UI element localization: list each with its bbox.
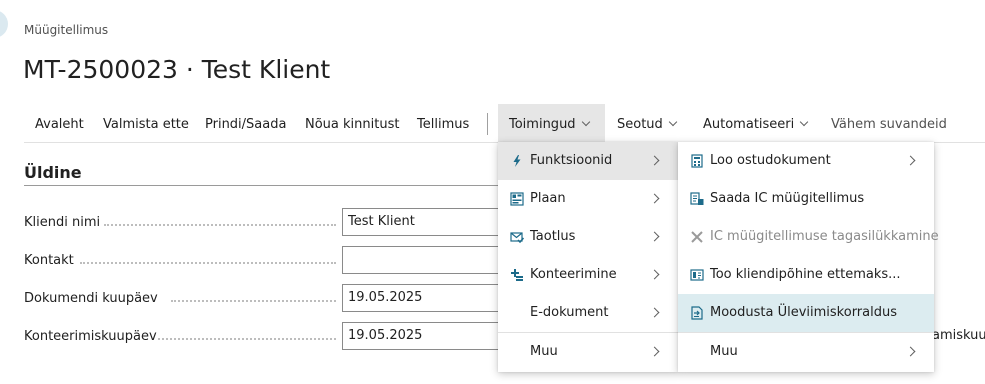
chevron-right-icon [649,346,660,357]
menu-item-label: E-dokument [530,305,609,320]
chevron-down-icon [800,117,809,127]
toimingud-menu: Funktsioonid Plaan Taotlus Konteerimine … [498,142,678,372]
chevron-right-icon [649,307,660,318]
document-date-input[interactable]: 19.05.2025 [342,284,504,312]
posting-date-input[interactable]: 19.05.2025 [342,322,504,350]
menu-item-e-dokument[interactable]: E-dokument [498,294,678,332]
chevron-down-icon [668,117,678,127]
menu-item-plaan[interactable]: Plaan [498,180,678,218]
menu-item-label: Taotlus [530,229,576,244]
posting-icon [511,269,523,281]
chevron-right-icon [649,193,660,204]
menu-item-ic-tagasilukkamine[interactable]: IC müügitellimuse tagasilükkamine [678,218,939,256]
prepayment-icon [690,269,704,281]
menu-item-label: Moodusta Üleviimiskorraldus [710,305,897,320]
action-avaleht[interactable]: Avaleht [24,104,95,142]
menu-item-label: Saada IC müügitellimus [710,191,865,206]
chevron-down-icon [581,117,590,127]
menu-item-label: Muu [710,344,738,359]
plan-grid-icon [510,192,524,206]
automatiseeri-label: Automatiseeri [703,117,795,132]
chevron-right-icon [649,231,660,242]
action-automatiseeri-dropdown[interactable]: Automatiseeri [692,104,818,142]
lightning-icon [513,155,521,167]
menu-item-label: Loo ostudokument [710,153,831,168]
partial-field-label: amiskuu [932,328,985,343]
action-prindi-saada[interactable]: Prindi/Saada [194,104,297,142]
section-title-general[interactable]: Üldine [24,163,82,182]
menu-item-too-kliendipohine-ettemaks[interactable]: Too kliendipõhine ettemaks... [678,256,934,294]
menu-item-moodusta-uleviimiskorraldus[interactable]: Moodusta Üleviimiskorraldus [678,294,934,332]
action-toimingud-dropdown[interactable]: Toimingud [498,104,605,142]
chevron-right-icon [905,155,916,166]
action-bar-separator [487,113,488,135]
menu-item-muu[interactable]: Muu [498,333,678,371]
field-label-document-date: Dokumendi kuupäev [24,291,158,306]
menu-item-funktsioonid[interactable]: Funktsioonid [498,142,678,180]
contact-input[interactable] [342,246,504,274]
document-send-icon [690,192,704,205]
label-dots [104,224,336,226]
transfer-document-icon [691,306,703,320]
menu-item-label: Too kliendipõhine ettemaks... [710,267,901,282]
chevron-right-icon [649,155,660,166]
label-dots [171,300,336,302]
action-tellimus[interactable]: Tellimus [406,104,480,142]
document-calculator-icon [691,154,703,168]
chevron-right-icon [649,269,660,280]
action-bar: Avaleht Valmista ette Prindi/Saada Nõua … [24,104,985,143]
close-icon [691,231,703,243]
label-dots [158,338,336,340]
menu-item-saada-ic-muugitellimus[interactable]: Saada IC müügitellimus [678,180,934,218]
less-options-button[interactable]: Vähem suvandeid [820,104,958,142]
menu-item-label: Muu [530,344,558,359]
menu-item-konteerimine[interactable]: Konteerimine [498,256,678,294]
request-envelope-icon [510,232,524,244]
action-noua-kinnitust[interactable]: Nõua kinnitust [294,104,410,142]
chevron-right-icon [905,346,916,357]
menu-item-muu-sub[interactable]: Muu [678,333,934,371]
seotud-label: Seotud [617,117,663,132]
field-label-customer-name: Kliendi nimi [24,215,101,230]
menu-item-label: Plaan [530,191,566,206]
menu-item-loo-ostudokument[interactable]: Loo ostudokument [678,142,934,180]
menu-item-label: Funktsioonid [530,153,613,168]
app-avatar-circle [0,10,8,38]
menu-item-taotlus[interactable]: Taotlus [498,218,678,256]
customer-name-input[interactable]: Test Klient [342,208,504,236]
menu-item-label: Konteerimine [530,267,617,282]
action-seotud-dropdown[interactable]: Seotud [606,104,687,142]
section-divider [24,185,498,186]
page-title: MT-2500023 · Test Klient [23,55,331,84]
action-valmista-ette[interactable]: Valmista ette [92,104,200,142]
field-label-contact: Kontakt [24,253,74,268]
label-dots [80,262,336,264]
toimingud-label: Toimingud [509,117,576,132]
menu-item-label: IC müügitellimuse tagasilükkamine [710,229,939,244]
field-label-posting-date: Konteerimiskuupäev [24,329,157,344]
funktsioonid-submenu: Loo ostudokument Saada IC müügitellimus … [678,142,939,372]
breadcrumb[interactable]: Müügitellimus [24,23,108,37]
